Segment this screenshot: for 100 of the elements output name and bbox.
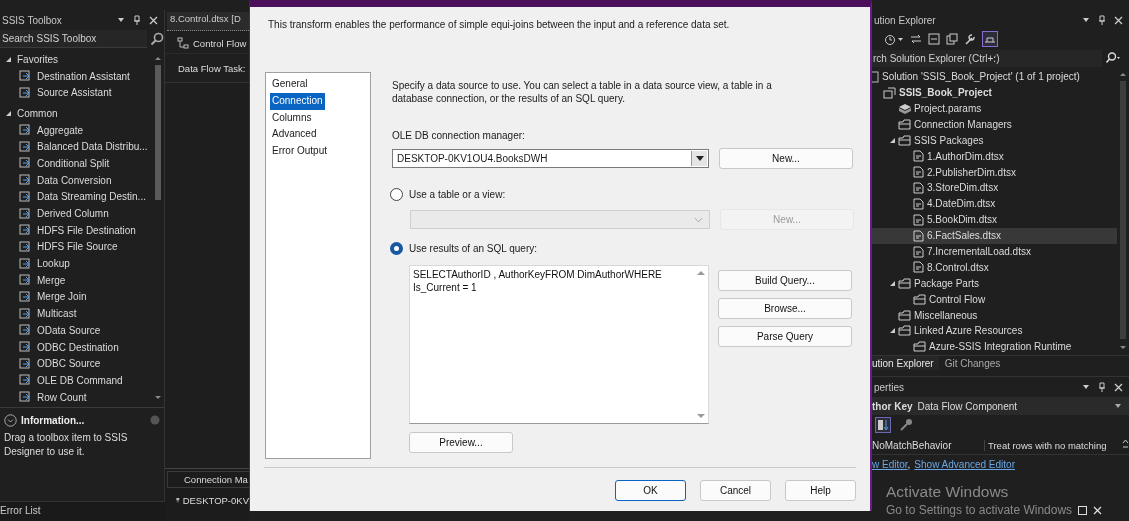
tree-item[interactable]: 2.PublisherDim.dtsx xyxy=(872,164,1117,180)
toolbox-item[interactable]: Data Streaming Destin... xyxy=(0,188,152,206)
toolbox-item[interactable]: Lookup xyxy=(0,255,152,272)
collapse-icon[interactable] xyxy=(4,413,17,427)
toolbox-item[interactable]: Destination Assistant xyxy=(0,67,152,85)
dropdown-icon[interactable] xyxy=(117,16,125,24)
close-icon[interactable] xyxy=(1114,15,1123,25)
expander-icon[interactable] xyxy=(5,55,12,63)
pin-icon[interactable] xyxy=(1098,382,1106,392)
editor-link[interactable]: Show Advanced Editor xyxy=(914,459,1015,470)
toolbox-item[interactable]: OLE DB Command xyxy=(0,372,152,389)
preview-icon[interactable] xyxy=(982,30,998,47)
tool-icon xyxy=(19,307,31,320)
search-field[interactable]: Search SSIS Toolbox xyxy=(0,30,147,48)
tool-icon xyxy=(19,391,31,404)
tree-item[interactable]: Project.params xyxy=(872,100,1117,117)
query-field[interactable]: SELECTAuthorID , AuthorKeyFROM DimAuthorWHERE Is_Current = 1 xyxy=(409,265,709,424)
tree-item[interactable]: Connection Managers xyxy=(872,116,1117,133)
designer-tab[interactable]: Control Flow xyxy=(165,33,249,53)
object-selector[interactable]: thor Key Data Flow Component xyxy=(872,397,1129,415)
nav-item[interactable]: Connection xyxy=(270,92,325,110)
panel-tab[interactable]: Git Changes xyxy=(941,355,1006,370)
radio-button[interactable] xyxy=(390,187,403,201)
document-tab[interactable]: 8.Control.dtsx [D xyxy=(167,12,249,31)
tree-item[interactable]: Miscellaneous xyxy=(872,307,1117,324)
editor-link[interactable]: w Editor xyxy=(872,459,908,470)
tree-item[interactable]: 8.Control.dtsx xyxy=(872,259,1117,276)
close-icon[interactable] xyxy=(149,15,158,25)
panel-tab[interactable]: ution Explorer xyxy=(872,355,939,370)
toolbox-item[interactable]: ODBC Source xyxy=(0,355,152,373)
sort-icon[interactable] xyxy=(875,417,891,433)
toolbox-item[interactable]: Source Assistant xyxy=(0,84,152,102)
tree-item[interactable]: SSIS_Book_Project xyxy=(872,84,1117,101)
search-field[interactable]: rch Solution Explorer (Ctrl+؛) xyxy=(872,49,1102,67)
key-icon[interactable] xyxy=(899,418,913,432)
maximize-icon[interactable] xyxy=(1078,505,1088,515)
tree-item[interactable]: 3.StoreDim.dtsx xyxy=(872,180,1117,196)
toolbox-item[interactable]: Conditional Split xyxy=(0,155,152,172)
tool-icon xyxy=(19,240,31,253)
nav-item[interactable]: Error Output xyxy=(270,143,330,160)
dropdown-icon[interactable] xyxy=(1082,16,1090,24)
collapse-icon[interactable] xyxy=(928,32,940,45)
tree-item[interactable]: 5.BookDim.dtsx xyxy=(872,211,1117,228)
dropdown-icon[interactable] xyxy=(1082,383,1090,391)
nav-item[interactable]: Advanced xyxy=(270,126,319,144)
tree-item[interactable]: Package Parts xyxy=(872,275,1117,292)
toolbox-item[interactable]: Row Count xyxy=(0,388,152,406)
history-icon[interactable] xyxy=(884,32,904,45)
radio-button[interactable] xyxy=(390,241,403,255)
search-icon[interactable] xyxy=(1105,52,1121,65)
close-icon[interactable] xyxy=(1114,382,1123,392)
tree-item[interactable]: 6.FactSales.dtsx xyxy=(872,227,1117,244)
group-header[interactable]: Favorites xyxy=(0,51,152,68)
group-header[interactable]: Common xyxy=(0,105,152,122)
toolbox-item[interactable]: Multicast xyxy=(0,305,152,322)
tree-item[interactable]: Azure-SSIS Integration Runtime xyxy=(872,338,1117,355)
sync-icon[interactable] xyxy=(910,33,922,44)
nav-item[interactable]: Columns xyxy=(270,109,314,127)
toolbox-item[interactable]: Data Conversion xyxy=(0,171,152,189)
tree-item[interactable]: SSIS Packages xyxy=(872,132,1117,149)
search-icon[interactable] xyxy=(150,32,164,46)
expander-icon[interactable] xyxy=(888,136,896,144)
toolbox-item[interactable]: HDFS File Destination xyxy=(0,221,152,239)
dialog-button[interactable]: Cancel xyxy=(700,480,771,501)
tree-item[interactable]: 1.AuthorDim.dtsx xyxy=(872,148,1117,165)
toolbox-item[interactable]: ODBC Destination xyxy=(0,338,152,356)
toolbox-item[interactable]: Merge xyxy=(0,271,152,289)
tree-item[interactable]: Control Flow xyxy=(872,291,1117,308)
toolbox-item[interactable]: Balanced Data Distribu... xyxy=(0,138,152,156)
dialog-button[interactable]: OK xyxy=(615,480,686,501)
pin-icon[interactable] xyxy=(133,15,141,25)
query-button[interactable]: Parse Query xyxy=(718,326,852,347)
connection-combo[interactable]: DESKTOP-0KV1OU4.BooksDWH xyxy=(392,149,709,168)
tree-item[interactable]: 4.DateDim.dtsx xyxy=(872,195,1117,212)
tree-item[interactable]: Solution 'SSIS_Book_Project' (1 of 1 project) xyxy=(872,68,1117,85)
toolbox-item[interactable]: Derived Column xyxy=(0,205,152,222)
toolbox-item[interactable]: Aggregate xyxy=(0,121,152,139)
close-icon[interactable] xyxy=(1093,505,1103,515)
toolbox-item[interactable]: HDFS File Source xyxy=(0,238,152,256)
dialog-button[interactable]: Help xyxy=(785,480,856,501)
toolbox-item[interactable]: OData Source xyxy=(0,322,152,339)
expander-icon[interactable] xyxy=(888,327,896,335)
property-value[interactable]: Treat rows with no matching xyxy=(984,439,1122,451)
copy-icon[interactable] xyxy=(946,32,958,45)
tree-item[interactable]: Linked Azure Resources xyxy=(872,323,1117,339)
tree-item[interactable]: 7.IncrementalLoad.dtsx xyxy=(872,243,1117,260)
tool-icon xyxy=(19,157,31,170)
panel-tab[interactable]: Error List xyxy=(0,505,41,516)
wrench-icon[interactable] xyxy=(964,32,976,45)
expander-icon[interactable] xyxy=(5,109,12,117)
tool-icon xyxy=(19,70,31,83)
nav-item[interactable]: General xyxy=(270,76,310,93)
pin-icon[interactable] xyxy=(1098,15,1106,25)
preview-button[interactable]: Preview... xyxy=(409,432,513,453)
toolbox-item[interactable]: Merge Join xyxy=(0,288,152,306)
query-button[interactable]: Build Query... xyxy=(718,270,852,291)
expander-icon[interactable] xyxy=(888,279,896,287)
new-button[interactable]: New... xyxy=(719,148,853,169)
query-button[interactable]: Browse... xyxy=(718,298,852,319)
spin-icon[interactable] xyxy=(1122,439,1129,451)
